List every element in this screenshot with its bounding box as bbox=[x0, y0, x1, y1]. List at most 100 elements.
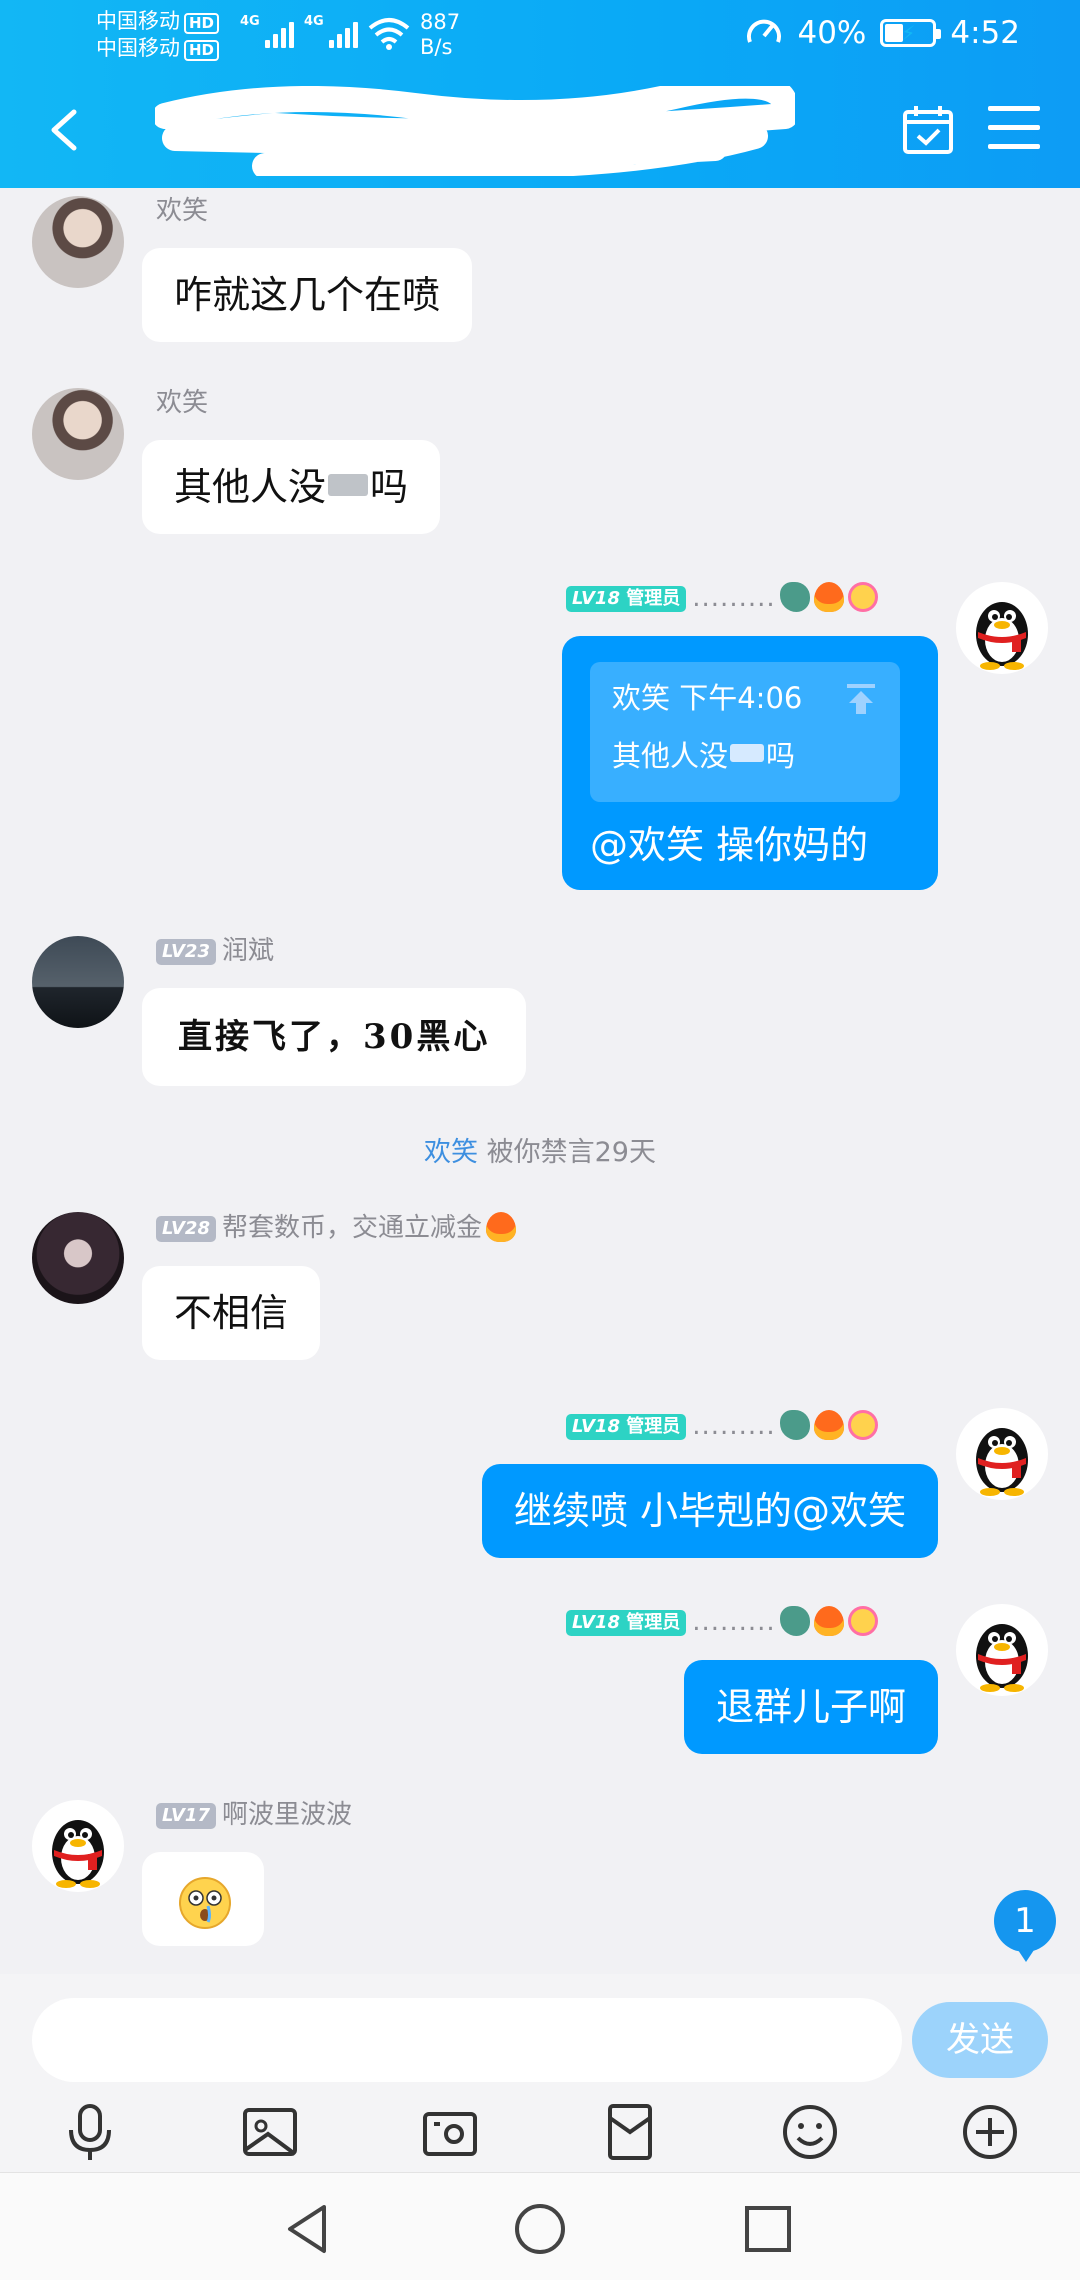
status-bar: 中国移动 HD 中国移动 HD 4G 4G 887 B/s 40% ⚡ 4:52 bbox=[0, 0, 1080, 74]
smile-badge-icon bbox=[847, 1410, 878, 1440]
qq-penguin-icon bbox=[52, 1820, 104, 1888]
carrier-name-2: 中国移动 bbox=[96, 36, 180, 60]
dragon-badge-icon bbox=[779, 1410, 810, 1440]
signal-icon: 4G bbox=[240, 14, 294, 48]
quote-text: 其他人没 bbox=[612, 739, 729, 773]
level-role-badge: LV18 管理员 bbox=[566, 1610, 687, 1636]
quoted-message[interactable]: 欢笑 下午4:06 其他人没 吗 bbox=[590, 662, 900, 802]
red-packet-icon[interactable] bbox=[598, 2100, 662, 2164]
carrier-name-1: 中国移动 bbox=[96, 9, 180, 33]
level-label: LV18 bbox=[572, 1416, 620, 1437]
role-label: 管理员 bbox=[626, 588, 681, 609]
dragon-badge-icon bbox=[779, 1606, 810, 1636]
message-bubble[interactable]: 退群儿子啊 bbox=[683, 1660, 938, 1754]
fire-badge-icon bbox=[486, 1212, 516, 1242]
message-bubble-with-quote[interactable]: 欢笑 下午4:06 其他人没 吗 @欢笑 操你妈的 bbox=[562, 636, 938, 890]
message-bubble[interactable]: 继续喷 小毕剋的@欢笑 bbox=[481, 1464, 938, 1558]
qq-penguin-icon bbox=[976, 1428, 1028, 1496]
dots-separator: ......... bbox=[692, 1607, 776, 1637]
signal-icon-2: 4G bbox=[304, 14, 358, 48]
hd-badge-2: HD bbox=[184, 40, 220, 61]
qq-penguin-icon bbox=[976, 1624, 1028, 1692]
home-circle-icon[interactable] bbox=[510, 2199, 570, 2259]
avatar[interactable] bbox=[32, 196, 124, 288]
plus-icon[interactable] bbox=[958, 2100, 1022, 2164]
avatar[interactable] bbox=[32, 936, 124, 1028]
sender-name: 润斌 bbox=[221, 936, 274, 966]
quote-text-tail: 吗 bbox=[766, 739, 796, 773]
role-label: 管理员 bbox=[626, 1416, 681, 1437]
jump-to-top-icon[interactable] bbox=[844, 682, 878, 716]
back-arrow-icon[interactable] bbox=[40, 102, 90, 158]
message-bubble[interactable]: 其他人没吗 bbox=[142, 440, 441, 534]
message-bubble[interactable]: 直接飞了，30黑心 bbox=[142, 988, 527, 1086]
keyboard-emoji-icon bbox=[730, 744, 765, 762]
menu-icon[interactable] bbox=[988, 106, 1040, 154]
sender-name: 啊波里波波 bbox=[221, 1800, 352, 1830]
network-type-1: 4G bbox=[240, 14, 260, 29]
muted-user-link[interactable]: 欢笑 bbox=[424, 1137, 478, 1168]
fire-badge-icon bbox=[813, 1410, 844, 1440]
message-text: @欢笑 操你妈的 bbox=[590, 823, 869, 867]
dots-separator: ......... bbox=[692, 583, 776, 613]
avatar[interactable] bbox=[32, 388, 124, 480]
sender-name: 欢笑 bbox=[156, 196, 209, 226]
avatar-penguin-icon[interactable] bbox=[32, 1800, 124, 1892]
carrier-info: 中国移动 HD 中国移动 HD bbox=[96, 8, 220, 62]
avatar-penguin-icon[interactable] bbox=[956, 582, 1048, 674]
level-role-badge: LV18 管理员 bbox=[566, 1414, 687, 1440]
photo-icon[interactable] bbox=[238, 2100, 302, 2164]
sender-title-row: LV23 润斌 bbox=[156, 936, 274, 966]
dragon-badge-icon bbox=[779, 582, 810, 612]
sticker-bubble[interactable] bbox=[142, 1852, 264, 1946]
back-triangle-icon[interactable] bbox=[278, 2199, 338, 2259]
role-label: 管理员 bbox=[626, 1612, 681, 1633]
notice-text: 被你禁言29天 bbox=[486, 1137, 656, 1168]
hd-badge-1: HD bbox=[184, 13, 220, 34]
chat-nav bbox=[0, 74, 1080, 188]
battery-icon: ⚡ bbox=[880, 19, 942, 47]
avatar-penguin-icon[interactable] bbox=[956, 1408, 1048, 1500]
avatar[interactable] bbox=[32, 1212, 124, 1304]
level-badge: LV17 bbox=[156, 1803, 216, 1829]
recents-square-icon[interactable] bbox=[738, 2199, 798, 2259]
message-text-tail: 吗 bbox=[370, 465, 409, 509]
sender-title-row: LV18 管理员......... bbox=[566, 582, 878, 613]
sender-title-row: LV18 管理员......... bbox=[566, 1606, 878, 1637]
speed-value: 887 bbox=[420, 10, 461, 34]
smile-badge-icon bbox=[847, 582, 878, 612]
qq-penguin-icon bbox=[976, 602, 1028, 670]
fire-badge-icon bbox=[813, 582, 844, 612]
redacted-group-title bbox=[155, 86, 795, 176]
dots-separator: ......... bbox=[692, 1411, 776, 1441]
sender-title-row: LV28 帮套数币，交通立减金 bbox=[156, 1212, 516, 1243]
sender-name: 帮套数币，交通立减金 bbox=[221, 1213, 482, 1243]
level-badge: LV23 bbox=[156, 939, 216, 965]
composer-toolbar bbox=[0, 2092, 1080, 2168]
composer-area: 发送 bbox=[0, 1974, 1080, 2172]
header-bar: 中国移动 HD 中国移动 HD 4G 4G 887 B/s 40% ⚡ 4:52 bbox=[0, 0, 1080, 188]
microphone-icon[interactable] bbox=[58, 2100, 122, 2164]
speed-unit: B/s bbox=[420, 35, 453, 59]
keyboard-emoji-icon bbox=[328, 474, 369, 496]
sender-name: 欢笑 bbox=[156, 388, 209, 418]
network-speed: 887 B/s bbox=[420, 10, 460, 60]
message-bubble[interactable]: 不相信 bbox=[142, 1266, 321, 1360]
quote-sender: 欢笑 bbox=[612, 681, 671, 715]
camera-icon[interactable] bbox=[418, 2100, 482, 2164]
sender-title-row: LV18 管理员......... bbox=[566, 1410, 878, 1441]
wifi-icon bbox=[368, 18, 410, 50]
level-label: LV18 bbox=[572, 588, 620, 609]
fire-badge-icon bbox=[813, 1606, 844, 1636]
unread-count-badge[interactable]: 1 bbox=[994, 1890, 1056, 1962]
clock: 4:52 bbox=[950, 15, 1020, 51]
message-text: 其他人没 bbox=[174, 465, 327, 509]
send-button[interactable]: 发送 bbox=[912, 2002, 1048, 2078]
avatar-penguin-icon[interactable] bbox=[956, 1604, 1048, 1696]
message-bubble[interactable]: 咋就这几个在喷 bbox=[142, 248, 473, 342]
calendar-check-icon[interactable] bbox=[900, 102, 956, 158]
level-badge: LV28 bbox=[156, 1216, 216, 1242]
message-input[interactable] bbox=[32, 1998, 902, 2082]
battery-percent: 40% bbox=[797, 15, 867, 51]
emoji-icon[interactable] bbox=[778, 2100, 842, 2164]
